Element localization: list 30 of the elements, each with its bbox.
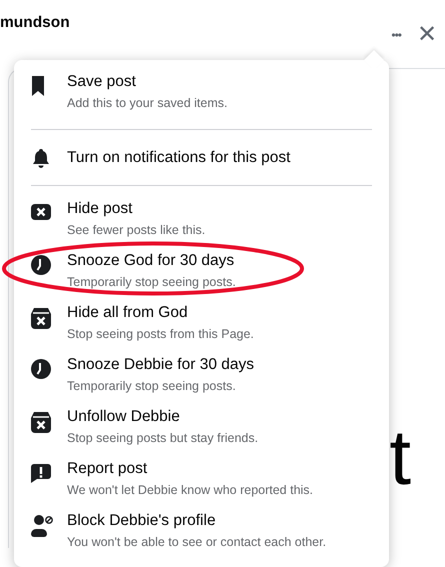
menu-item-description: You won't be able to see or contact each other. bbox=[67, 534, 326, 551]
menu-item-title[interactable]: Turn on notifications for this post bbox=[67, 148, 290, 168]
menu-item-description: Stop seeing posts but stay friends. bbox=[67, 430, 258, 447]
menu-item-description: We won't let Debbie know who reported this. bbox=[67, 482, 314, 499]
close-button[interactable]: ✕ bbox=[417, 22, 437, 48]
menu-item-title[interactable]: Save post bbox=[67, 72, 228, 92]
menu-item-title[interactable]: Hide all from God bbox=[67, 303, 254, 323]
menu-item-title[interactable]: Snooze God for 30 days bbox=[67, 251, 236, 271]
author-name: mundson bbox=[0, 14, 71, 32]
menu-item-description: See fewer posts like this. bbox=[67, 222, 206, 239]
block-person-icon bbox=[31, 515, 53, 537]
post-text: t bbox=[389, 423, 411, 491]
menu-item-title[interactable]: Report post bbox=[67, 459, 314, 479]
clock-icon bbox=[31, 359, 51, 379]
bell-icon bbox=[31, 148, 51, 168]
menu-item-description: Temporarily stop seeing posts. bbox=[67, 378, 237, 395]
menu-item-description: Add this to your saved items. bbox=[67, 95, 228, 112]
more-button[interactable]: ••• bbox=[391, 28, 401, 42]
report-icon bbox=[31, 463, 51, 483]
menu-item-title[interactable]: Hide post bbox=[67, 199, 206, 219]
menu-item-description: Temporarily stop seeing posts. bbox=[67, 274, 236, 291]
inbox-close-icon bbox=[31, 411, 51, 433]
inbox-close-icon bbox=[31, 307, 51, 329]
clock-icon bbox=[31, 255, 51, 275]
menu-item-title[interactable]: Snooze Debbie for 30 days bbox=[67, 355, 254, 375]
menu-item-title[interactable]: Block Debbie's profile bbox=[67, 511, 326, 531]
close-box-icon bbox=[31, 203, 51, 221]
menu-item-description: Stop seeing posts from this Page. bbox=[67, 326, 254, 343]
menu-item-title[interactable]: Unfollow Debbie bbox=[67, 407, 258, 427]
bookmark-icon bbox=[31, 76, 45, 96]
